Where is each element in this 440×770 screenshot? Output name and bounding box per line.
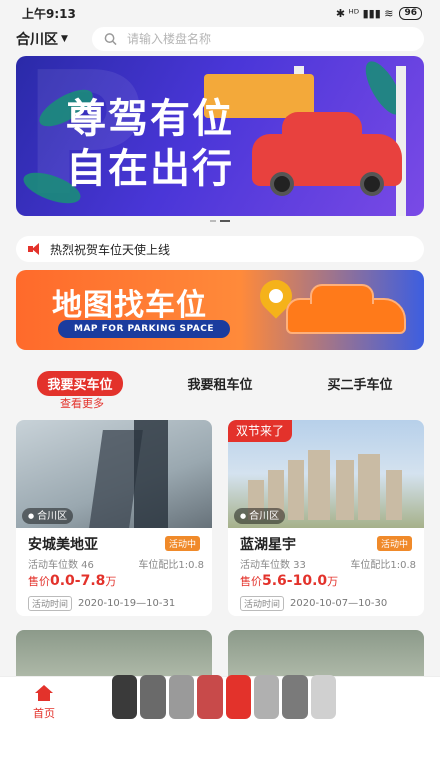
map-banner-title: 地图找车位 [52,288,207,323]
building [134,420,168,528]
search-icon [104,33,117,46]
status-bar: 上午9:13 ✱ ᴴᴰ ▮▮▮ ≋ 96 [0,0,440,26]
caret-down-icon: ▼ [61,34,68,44]
map-banner-subtitle: MAP FOR PARKING SPACE [58,320,231,338]
category-tabs: 我要买车位 我要租车位 买二手车位 [0,368,440,398]
building [336,460,354,520]
parking-ratio: 车位配比1:0.8 [138,560,204,571]
carousel-dot[interactable] [210,220,216,222]
home-icon [35,685,53,701]
orange-car-illustration [286,284,406,334]
promo-tag: 双节来了 [228,420,293,442]
status-badge: 活动中 [164,536,200,551]
loader-bar [112,675,138,719]
property-meta: 活动车位数 33 车位配比1:0.8 [240,556,416,571]
active-count: 活动车位数 33 [240,560,306,571]
region-label: 合川区 [16,32,58,48]
property-meta: 活动车位数 46 车位配比1:0.8 [28,556,204,571]
tab-buy-parking[interactable]: 我要买车位 [37,370,123,396]
tab-home[interactable]: 首页 [24,685,64,721]
speaker-icon [28,243,40,255]
property-name: 安城美地亚 [28,537,98,553]
loader-bar [140,675,166,719]
loader-bar [225,675,251,719]
loader-bar [253,675,280,719]
region-selector[interactable]: 合川区 ▼ [16,29,92,49]
loader-bar [282,675,308,719]
property-card[interactable]: 合川区 安城美地亚 活动中 活动车位数 46 车位配比1:0.8 售价0.0-7… [16,420,212,616]
status-time: 上午9:13 [22,6,76,21]
wheel [270,172,294,196]
loading-placeholder [112,672,336,722]
carousel-dot-active[interactable] [220,220,230,222]
battery-icon: 96 [399,6,422,20]
loader-bar [197,675,223,719]
activity-time: 活动时间 2020-10-07—10-30 [240,596,387,611]
promo-banner[interactable]: P 尊驾有位 自在出行 [16,56,424,216]
price-value: 5.6-10.0 [262,573,328,589]
loader-bar [168,675,195,719]
price-unit: 万 [105,575,117,588]
search-bar[interactable] [92,27,424,51]
bottom-spacer [0,724,440,770]
location-tag: 合川区 [234,508,286,524]
building [288,460,304,520]
activity-time-range: 2020-10-07—10-30 [290,598,388,609]
price-unit: 万 [327,575,339,588]
wheel [360,172,384,196]
tab-rent-parking[interactable]: 我要租车位 [177,371,262,396]
activity-time-range: 2020-10-19—10-31 [78,598,176,609]
loader-bar [310,675,336,719]
status-badge: 活动中 [376,536,412,551]
top-bar: 合川区 ▼ [0,26,440,52]
activity-time: 活动时间 2020-10-19—10-31 [28,596,175,611]
building [358,454,380,520]
barrier-pole [396,66,406,216]
price-value: 0.0-7.8 [50,573,106,589]
tab-used-parking[interactable]: 买二手车位 [317,371,402,396]
price-prefix: 售价 [28,575,50,588]
active-count: 活动车位数 46 [28,560,94,571]
search-input[interactable] [126,32,412,46]
view-more-link[interactable]: 查看更多 [60,395,104,411]
parking-ratio: 车位配比1:0.8 [350,560,416,571]
carousel-indicator [0,220,440,226]
price: 售价5.6-10.0万 [240,573,338,589]
building [308,450,330,520]
tab-home-label: 首页 [33,707,55,720]
activity-time-label: 活动时间 [28,596,73,611]
signal-icons: ✱ ᴴᴰ ▮▮▮ ≋ [335,6,394,20]
announcement-bar[interactable]: 热烈祝贺车位天使上线 [16,236,424,262]
activity-time-label: 活动时间 [240,596,285,611]
status-icons: ✱ ᴴᴰ ▮▮▮ ≋ 96 [335,6,422,20]
building [386,470,402,520]
announcement-text: 热烈祝贺车位天使上线 [50,242,171,257]
location-tag: 合川区 [22,508,74,524]
price: 售价0.0-7.8万 [28,573,116,589]
banner-headline-2: 自在出行 [66,146,234,192]
property-name: 蓝湖星宇 [240,537,296,553]
map-search-banner[interactable]: 地图找车位 MAP FOR PARKING SPACE [16,270,424,350]
price-prefix: 售价 [240,575,262,588]
property-card[interactable]: 双节来了 合川区 蓝湖星宇 活动中 活动车位数 33 车位配比1:0.8 售价5… [228,420,424,616]
